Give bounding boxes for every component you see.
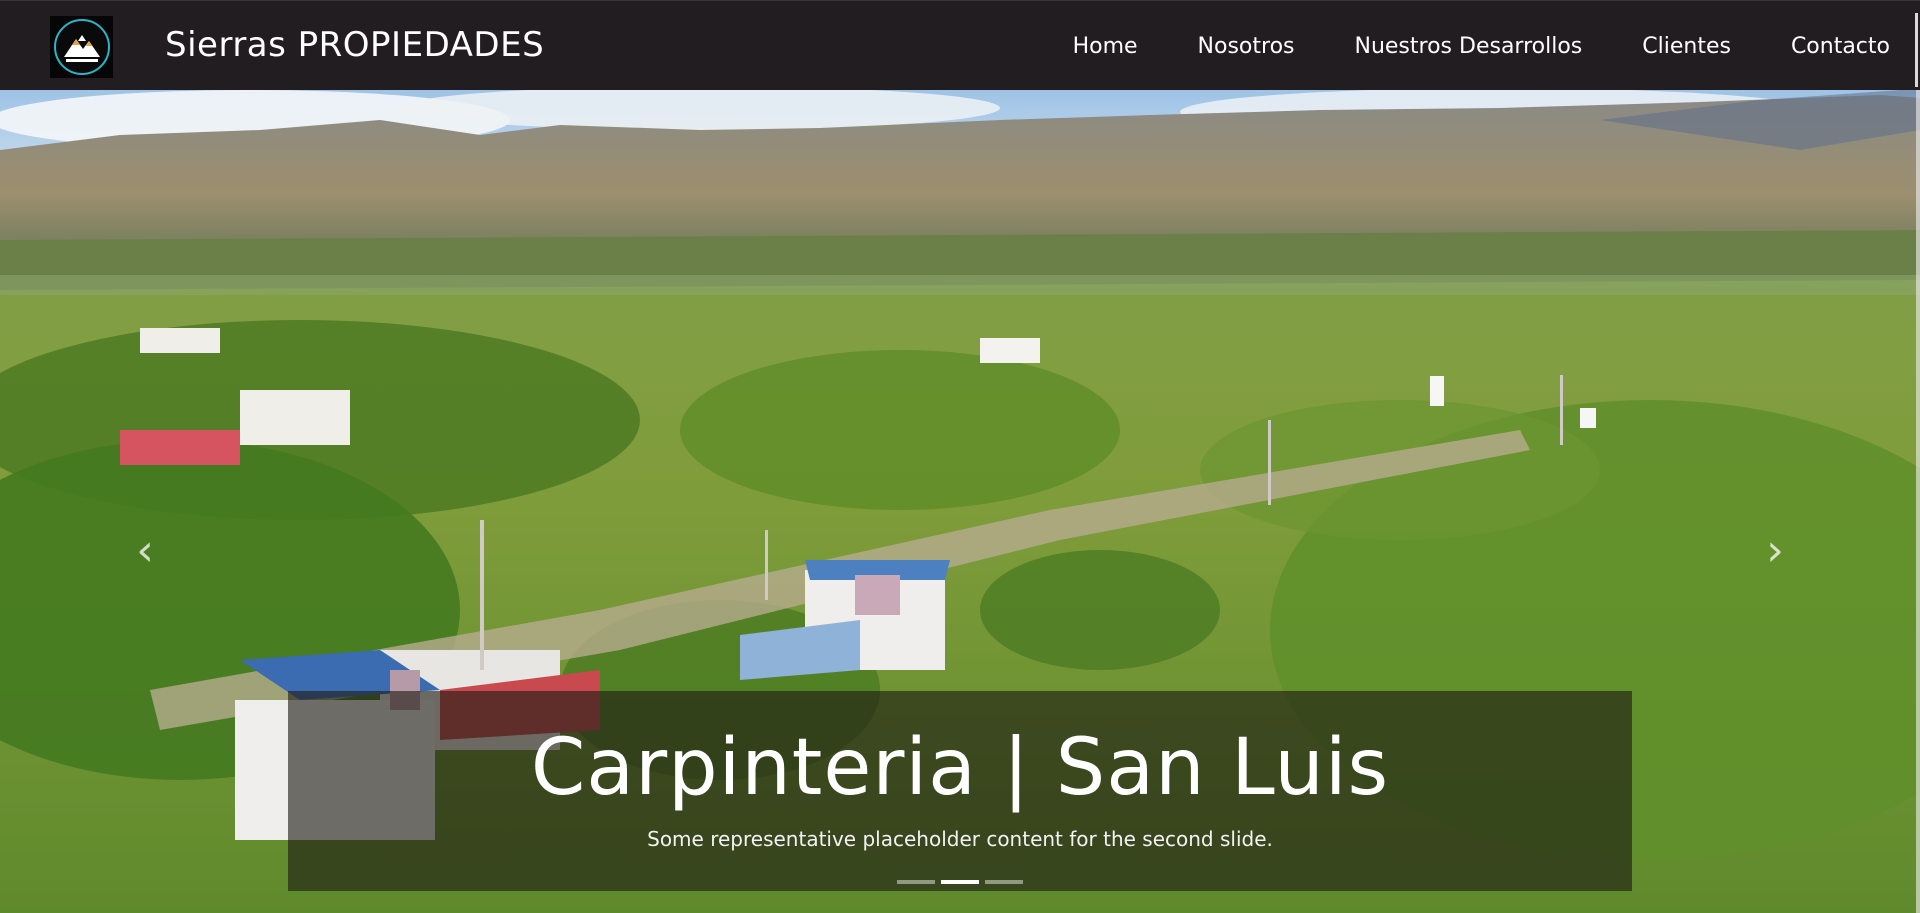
chevron-left-icon: ‹ [136, 524, 154, 576]
slide-title: Carpinteria | San Luis [530, 723, 1390, 813]
logo[interactable] [50, 16, 113, 78]
carousel-indicator-2[interactable] [941, 880, 979, 884]
nav-contacto[interactable]: Contacto [1791, 34, 1890, 59]
slide-text: Some representative placeholder content … [647, 827, 1273, 851]
nav-nuestros-desarrollos[interactable]: Nuestros Desarrollos [1355, 34, 1583, 59]
chevron-right-icon: › [1766, 524, 1784, 576]
carousel-caption: Carpinteria | San Luis Some representati… [288, 691, 1632, 891]
hero-carousel: ‹ › Carpinteria | San Luis Some represen… [0, 90, 1920, 913]
nav-links: Home Nosotros Nuestros Desarrollos Clien… [1013, 1, 1890, 91]
logo-mountain-icon [53, 19, 110, 75]
nav-nosotros[interactable]: Nosotros [1198, 34, 1295, 59]
page-scrollbar[interactable] [1916, 90, 1920, 913]
navbar: Sierras PROPIEDADES Home Nosotros Nuestr… [0, 0, 1920, 90]
carousel-indicator-3[interactable] [985, 880, 1023, 884]
carousel-next-button[interactable]: › [1755, 520, 1795, 580]
brand-title[interactable]: Sierras PROPIEDADES [165, 25, 544, 65]
carousel-indicators [0, 880, 1920, 884]
carousel-indicator-1[interactable] [897, 880, 935, 884]
navbar-scrollbar[interactable] [1915, 13, 1918, 87]
nav-home[interactable]: Home [1073, 34, 1138, 59]
nav-clientes[interactable]: Clientes [1642, 34, 1731, 59]
carousel-prev-button[interactable]: ‹ [125, 520, 165, 580]
